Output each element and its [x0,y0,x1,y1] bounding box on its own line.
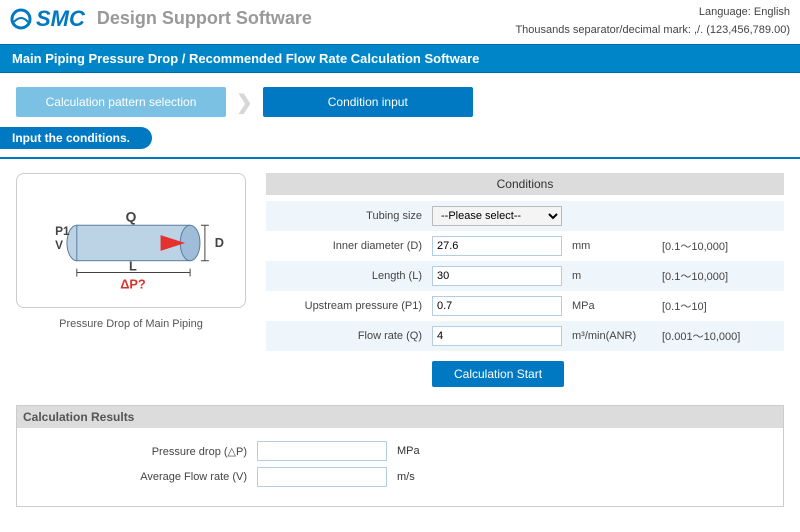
svg-text:D: D [215,235,224,250]
avg-flow-label: Average Flow rate (V) [27,471,257,483]
svg-text:P1: P1 [55,224,70,238]
svg-text:ΔP?: ΔP? [120,276,146,291]
upstream-pressure-range: [0.1～10] [662,298,784,314]
flow-rate-range: [0.001～10,000] [662,328,784,344]
format-note: Thousands separator/decimal mark: ,/. (1… [515,24,790,36]
avg-flow-unit: m/s [397,471,415,483]
upstream-pressure-unit: MPa [572,300,662,312]
inner-diameter-input[interactable] [432,236,562,256]
language-row[interactable]: Language: English [515,6,790,18]
svg-text:L: L [129,259,137,274]
step-calc-pattern[interactable]: Calculation pattern selection [16,87,226,117]
flow-rate-unit: m³/min(ANR) [572,330,662,342]
step-condition-input[interactable]: Condition input [263,87,473,117]
inner-diameter-range: [0.1～10,000] [662,238,784,254]
length-range: [0.1～10,000] [662,268,784,284]
pressure-drop-label: Pressure drop (△P) [27,445,257,458]
language-label: Language: [699,6,751,18]
calculation-start-button[interactable]: Calculation Start [432,361,564,387]
tubing-size-label: Tubing size [266,210,432,222]
length-label: Length (L) [266,270,432,282]
svg-text:Q: Q [126,209,137,224]
flow-rate-label: Flow rate (Q) [266,330,432,342]
inner-diameter-unit: mm [572,240,662,252]
piping-diagram: Q D P1 V L ΔP? [16,173,246,308]
tubing-size-select[interactable]: --Please select-- [432,206,562,226]
length-input[interactable] [432,266,562,286]
language-value: English [754,6,790,18]
svg-text:V: V [55,238,63,252]
pressure-drop-unit: MPa [397,445,420,457]
brand-logo: SMC [10,6,85,32]
diagram-caption: Pressure Drop of Main Piping [16,318,246,330]
chevron-right-icon: ❯ [236,90,253,115]
results-heading: Calculation Results [17,405,783,428]
app-title: Design Support Software [97,8,312,29]
length-unit: m [572,270,662,282]
page-title: Main Piping Pressure Drop / Recommended … [0,44,800,73]
upstream-pressure-input[interactable] [432,296,562,316]
instruction-banner: Input the conditions. [0,127,152,149]
pressure-drop-output [257,441,387,461]
inner-diameter-label: Inner diameter (D) [266,240,432,252]
brand-text: SMC [36,6,85,32]
avg-flow-output [257,467,387,487]
conditions-heading: Conditions [266,173,784,195]
upstream-pressure-label: Upstream pressure (P1) [266,300,432,312]
flow-rate-input[interactable] [432,326,562,346]
